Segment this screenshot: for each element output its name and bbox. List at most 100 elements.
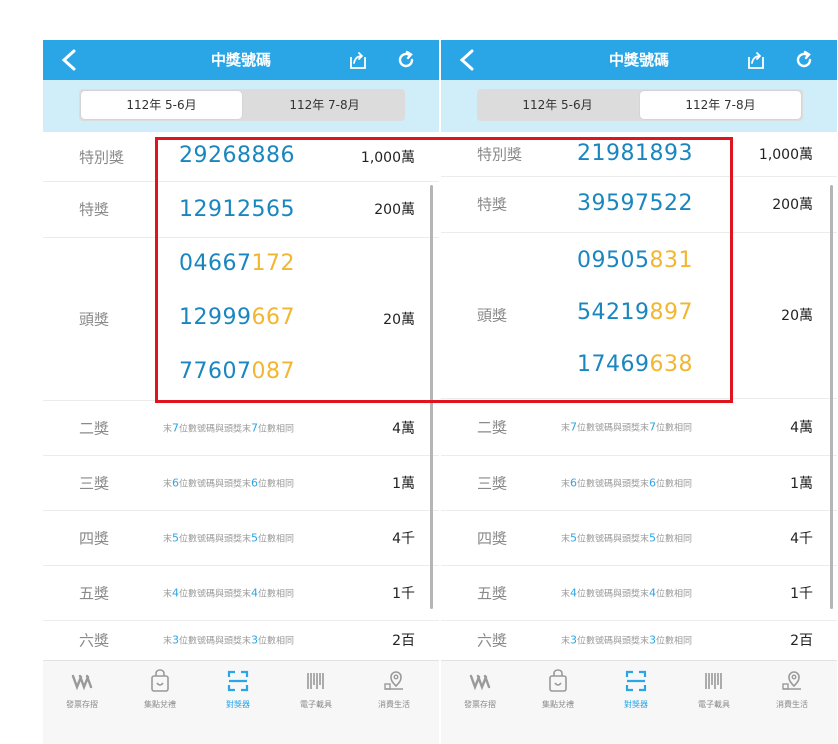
sixth-prize-row: 六獎 末3位數號碼與頭獎末3位數相同 2百 [43, 620, 439, 660]
share-button[interactable] [345, 47, 371, 73]
share-button[interactable] [743, 47, 769, 73]
segment-period-1[interactable]: 112年 5-6月 [81, 91, 242, 119]
location-pin-icon [384, 671, 403, 690]
scrollbar[interactable] [830, 185, 833, 609]
segment-period-2[interactable]: 112年 7-8月 [244, 89, 405, 121]
prize-number: 12999667 [179, 305, 295, 330]
prize-description: 末6位數號碼與頭獎末6位數相同 [163, 476, 295, 489]
segmented-control: 112年 5-6月 112年 7-8月 [79, 89, 405, 121]
prize-label: 特獎 [79, 200, 110, 219]
prize-number: 09505831 [577, 248, 693, 273]
prize-amount: 1萬 [392, 475, 415, 492]
prize-number: 77607087 [179, 359, 295, 384]
prize-description: 末4位數號碼與頭獎末4位數相同 [561, 586, 693, 599]
fourth-prize-row: 四獎 末5位數號碼與頭獎末5位數相同 4千 [43, 510, 439, 566]
tab-lifestyle[interactable]: 消費生活 [757, 669, 827, 710]
location-pin-icon [782, 671, 801, 690]
prize-label: 特別獎 [477, 145, 523, 164]
prize-amount: 20萬 [781, 308, 813, 324]
tab-points[interactable]: 集點兌禮 [523, 669, 593, 710]
period-selector: 112年 5-6月 112年 7-8月 [441, 80, 837, 132]
prize-number: 12912565 [179, 197, 295, 222]
prize-label: 四獎 [477, 529, 508, 547]
prize-description: 末7位數號碼與頭獎末7位數相同 [163, 421, 295, 434]
grand-prize-row: 特獎 39597522 200萬 [441, 176, 837, 233]
prize-label: 三獎 [79, 474, 110, 492]
prize-description: 末3位數號碼與頭獎末3位數相同 [561, 633, 693, 647]
tab-prize-checker[interactable]: 對獎器 [601, 669, 671, 710]
tab-lifestyle[interactable]: 消費生活 [359, 669, 429, 710]
segmented-control: 112年 5-6月 112年 7-8月 [477, 89, 803, 121]
prize-amount: 4萬 [790, 419, 813, 436]
fifth-prize-row: 五獎 末4位數號碼與頭獎末4位數相同 1千 [441, 565, 837, 621]
tab-e-carrier[interactable]: 電子載具 [679, 669, 749, 710]
prize-description: 末3位數號碼與頭獎末3位數相同 [163, 633, 295, 647]
tab-points[interactable]: 集點兌禮 [125, 669, 195, 710]
special-prize-row: 特別獎 29268886 1,000萬 [43, 132, 439, 182]
barcode-icon [307, 673, 324, 689]
share-icon [748, 52, 764, 69]
prize-amount: 1千 [790, 585, 813, 602]
prize-number: 17469638 [577, 352, 693, 377]
top-bar: 中獎號碼 [441, 40, 837, 80]
invoice-logo-icon [469, 674, 491, 691]
tab-prize-checker[interactable]: 對獎器 [203, 669, 273, 710]
prize-number: 54219897 [577, 300, 693, 325]
gift-bag-icon [549, 669, 567, 692]
tab-invoice-book[interactable]: 發票存摺 [47, 669, 117, 710]
lottery-panel-left: 中獎號碼 112年 5-6月 112年 7-8月 特別獎 29268886 1,… [43, 40, 439, 744]
prize-description: 末6位數號碼與頭獎末6位數相同 [561, 476, 693, 489]
prize-label: 二獎 [79, 419, 110, 437]
prize-label: 頭獎 [79, 310, 110, 328]
prize-label: 特別獎 [79, 148, 125, 166]
prize-label: 特獎 [477, 195, 508, 214]
prize-amount: 1萬 [790, 475, 813, 492]
scrollbar[interactable] [430, 185, 433, 609]
prize-amount: 20萬 [383, 311, 415, 328]
prize-amount: 200萬 [772, 197, 813, 213]
prize-amount: 4萬 [392, 420, 415, 437]
prize-label: 四獎 [79, 529, 110, 547]
prize-label: 頭獎 [477, 306, 508, 325]
gift-bag-icon [151, 669, 169, 692]
prize-description: 末5位數號碼與頭獎末5位數相同 [561, 531, 693, 544]
prize-label: 五獎 [477, 584, 508, 602]
prize-amount: 1,000萬 [758, 147, 813, 163]
prize-description: 末5位數號碼與頭獎末5位數相同 [163, 531, 295, 544]
prize-amount: 4千 [392, 530, 415, 547]
third-prize-row: 三獎 末6位數號碼與頭獎末6位數相同 1萬 [43, 455, 439, 511]
prize-label: 二獎 [477, 418, 508, 436]
lottery-panel-right: 中獎號碼 112年 5-6月 112年 7-8月 特別獎 21981893 1,… [441, 40, 837, 744]
grand-prize-row: 特獎 12912565 200萬 [43, 181, 439, 238]
prize-label: 五獎 [79, 584, 110, 602]
second-prize-row: 二獎 末7位數號碼與頭獎末7位數相同 4萬 [441, 398, 837, 456]
barcode-icon [705, 673, 722, 689]
scan-icon [227, 670, 249, 692]
tab-bar: 發票存摺 集點兌禮 對獎器 電子載具 消費生活 [43, 660, 439, 744]
refresh-icon [398, 50, 414, 68]
scan-icon [625, 670, 647, 692]
prize-number: 29268886 [179, 143, 295, 168]
refresh-icon [796, 50, 812, 68]
tab-invoice-book[interactable]: 發票存摺 [445, 669, 515, 710]
invoice-logo-icon [71, 674, 93, 691]
top-bar: 中獎號碼 [43, 40, 439, 80]
prize-amount: 1,000萬 [360, 149, 415, 166]
prize-description: 末4位數號碼與頭獎末4位數相同 [163, 586, 295, 599]
page-title: 中獎號碼 [608, 51, 669, 69]
first-prize-row: 頭獎 09505831 54219897 17469638 20萬 [441, 232, 837, 399]
tab-e-carrier[interactable]: 電子載具 [281, 669, 351, 710]
prize-label: 三獎 [477, 474, 508, 492]
prize-number: 21981893 [577, 141, 693, 166]
segment-period-1[interactable]: 112年 5-6月 [477, 89, 638, 121]
prize-label: 六獎 [477, 631, 508, 650]
segment-period-2[interactable]: 112年 7-8月 [640, 91, 801, 119]
prize-amount: 200萬 [374, 202, 415, 218]
tab-bar: 發票存摺 集點兌禮 對獎器 電子載具 消費生活 [441, 660, 837, 744]
refresh-button[interactable] [791, 47, 817, 73]
prize-amount: 2百 [392, 633, 415, 649]
refresh-button[interactable] [393, 47, 419, 73]
share-icon [350, 52, 366, 69]
prize-amount: 4千 [790, 530, 813, 547]
page-title: 中獎號碼 [210, 51, 271, 69]
